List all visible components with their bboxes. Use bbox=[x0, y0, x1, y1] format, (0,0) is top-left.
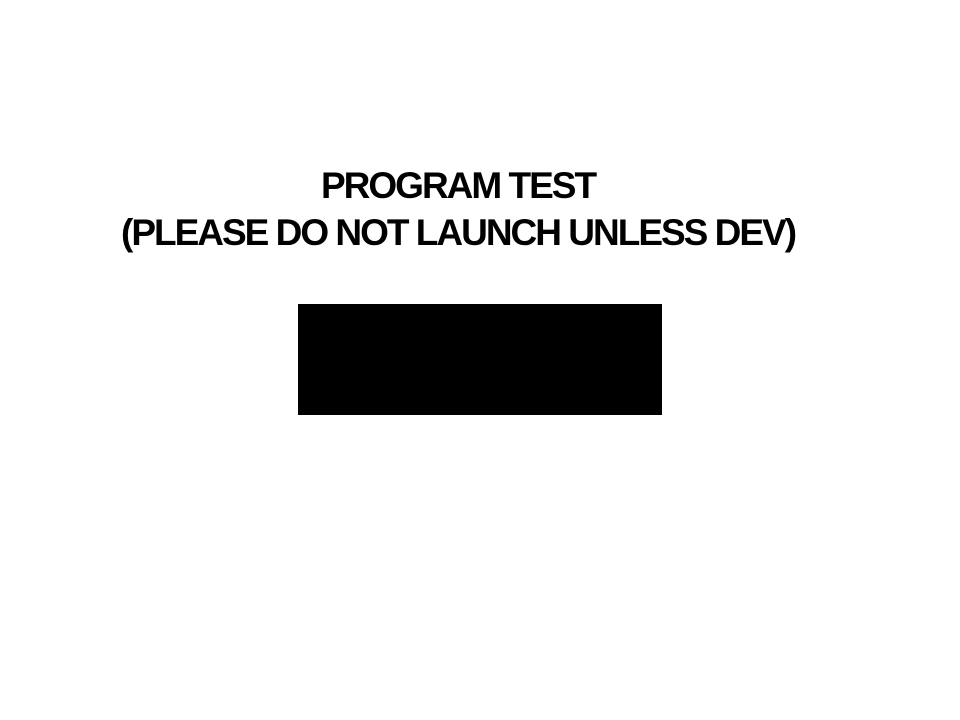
title-line-1: PROGRAM TEST bbox=[321, 165, 597, 206]
title-line-2: (PLEASE DO NOT LAUNCH UNLESS DEV) bbox=[121, 212, 797, 253]
launch-button[interactable] bbox=[298, 304, 662, 415]
